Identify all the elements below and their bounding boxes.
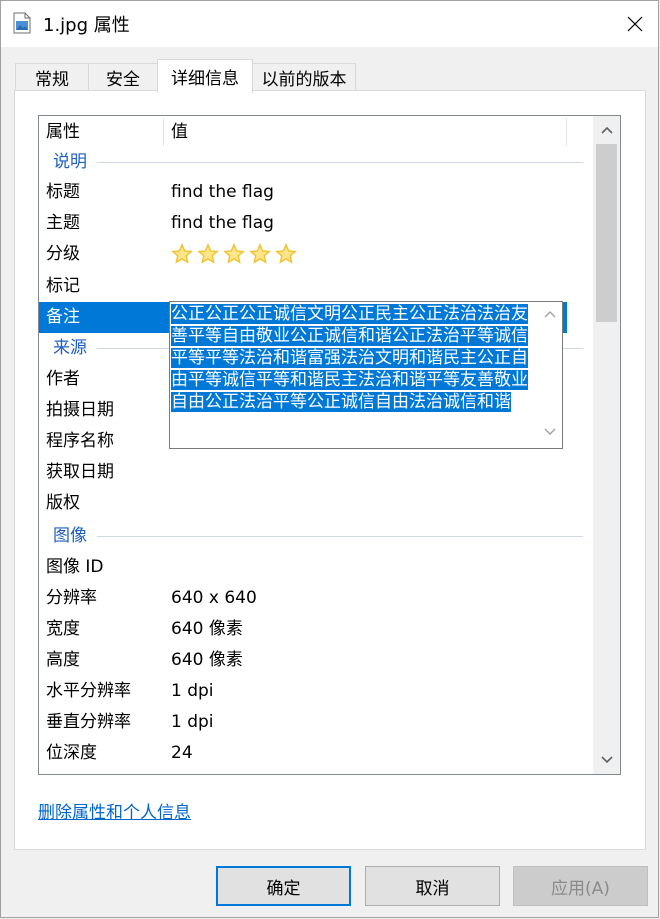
tab-general[interactable]: 常规 [15,63,89,91]
scroll-down-button[interactable] [593,747,620,773]
close-button[interactable] [612,1,658,47]
property-list: 属性 值 说明 标题 find the flag 主题 find the fla… [38,115,621,775]
row-bit-depth[interactable]: 位深度 24 [39,738,593,769]
row-label: 宽度 [46,619,80,639]
scrollbar-thumb[interactable] [596,144,617,322]
group-label: 图像 [53,526,87,546]
row-dimensions[interactable]: 分辨率 640 x 640 [39,583,593,614]
column-divider[interactable] [566,118,567,146]
comments-text[interactable]: 公正公正公正诚信文明公正民主公正法治法治友善平等自由敬业公正诚信和谐公正法治平等… [171,303,534,413]
window-title: 1.jpg 属性 [43,15,130,36]
scroll-up-icon [600,126,613,134]
row-value: 1 dpi [171,712,214,732]
list-header: 属性 值 [39,116,593,149]
group-divider [97,536,583,537]
row-label: 程序名称 [46,431,114,451]
cancel-button[interactable]: 取消 [365,866,500,906]
row-label: 版权 [46,493,80,513]
comments-edit-box[interactable]: 公正公正公正诚信文明公正民主公正法治法治友善平等自由敬业公正诚信和谐公正法治平等… [169,301,563,449]
close-icon [627,16,643,32]
star-icon[interactable] [223,243,245,265]
star-icon[interactable] [171,243,193,265]
row-width[interactable]: 宽度 640 像素 [39,614,593,645]
row-label: 备注 [46,307,80,327]
image-file-icon [13,12,31,34]
remove-properties-link[interactable]: 删除属性和个人信息 [38,798,191,823]
title-bar: 1.jpg 属性 [1,1,658,47]
row-label: 垂直分辨率 [46,712,131,732]
row-label: 分辨率 [46,588,97,608]
list-scrollbar[interactable] [593,116,620,774]
row-value: 24 [171,743,193,763]
scroll-up-icon[interactable] [544,310,556,318]
row-image-id[interactable]: 图像 ID [39,552,593,583]
row-vertical-resolution[interactable]: 垂直分辨率 1 dpi [39,707,593,738]
tab-security[interactable]: 安全 [88,63,158,91]
group-divider [97,162,583,163]
row-value: 640 像素 [171,650,243,670]
row-subject[interactable]: 主题 find the flag [39,208,593,239]
star-icon[interactable] [197,243,219,265]
row-label: 拍摄日期 [46,400,114,420]
row-tags[interactable]: 标记 [39,271,593,302]
scroll-down-icon[interactable] [544,428,556,436]
row-value: 640 像素 [171,619,243,639]
row-height[interactable]: 高度 640 像素 [39,645,593,676]
row-label: 位深度 [46,743,97,763]
row-value[interactable]: find the flag [171,177,274,208]
group-image[interactable]: 图像 [39,521,593,552]
row-horizontal-resolution[interactable]: 水平分辨率 1 dpi [39,676,593,707]
star-icon[interactable] [275,243,297,265]
scroll-down-icon [600,756,613,764]
row-label: 主题 [46,213,80,233]
ok-button[interactable]: 确定 [216,866,351,906]
comments-scrollbar[interactable] [538,302,562,448]
group-label: 说明 [53,152,87,172]
row-label: 水平分辨率 [46,681,131,701]
group-label: 来源 [53,338,87,358]
col-header-value[interactable]: 值 [164,116,564,149]
col-header-property[interactable]: 属性 [39,116,164,149]
row-label: 标题 [46,182,80,202]
row-label: 作者 [46,369,80,389]
row-label: 分级 [46,244,80,264]
row-value: 640 x 640 [171,588,257,608]
row-rating[interactable]: 分级 [39,239,593,270]
row-value[interactable]: find the flag [171,208,274,239]
row-label: 获取日期 [46,462,114,482]
row-date-acquired[interactable]: 获取日期 [39,457,593,488]
scroll-up-button[interactable] [593,117,620,143]
row-title[interactable]: 标题 find the flag [39,177,593,208]
row-copyright[interactable]: 版权 [39,488,593,519]
rating-stars[interactable] [171,243,297,265]
comments-selected-text: 公正公正公正诚信文明公正民主公正法治法治友善平等自由敬业公正诚信和谐公正法治平等… [171,304,528,412]
group-description[interactable]: 说明 [39,147,593,178]
apply-button[interactable]: 应用(A) [513,866,648,906]
tab-previous-versions[interactable]: 以前的版本 [252,63,356,91]
row-label: 高度 [46,650,80,670]
row-label: 图像 ID [46,557,104,577]
star-icon[interactable] [249,243,271,265]
properties-window: 1.jpg 属性 常规 安全 详细信息 以前的版本 属性 值 说明 标题 fin… [0,0,659,918]
tab-details[interactable]: 详细信息 [157,59,253,93]
row-label: 标记 [46,276,80,296]
row-value: 1 dpi [171,681,214,701]
